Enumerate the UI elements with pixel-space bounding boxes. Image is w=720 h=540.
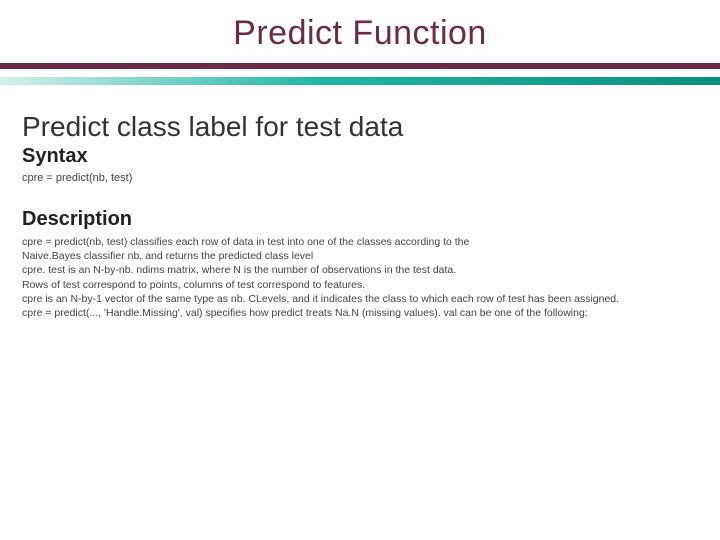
divider-teal	[0, 77, 720, 85]
desc-line-4: Rows of test correspond to points, colum…	[22, 278, 698, 292]
desc-line-6: cpre = predict(..., 'Handle.Missing', va…	[22, 306, 698, 320]
desc-line-1: cpre = predict(nb, test) classifies each…	[22, 235, 698, 249]
divider-group	[0, 63, 720, 85]
subtitle: Predict class label for test data	[22, 111, 698, 143]
description-body: cpre = predict(nb, test) classifies each…	[22, 235, 698, 320]
divider-gap	[0, 69, 720, 77]
content-area: Predict class label for test data Syntax…	[0, 85, 720, 320]
desc-line-2: Naive.Bayes classifier nb, and returns t…	[22, 249, 698, 263]
desc-line-3: cpre. test is an N-by-nb. ndims matrix, …	[22, 263, 698, 277]
page-title: Predict Function	[0, 14, 720, 53]
description-heading: Description	[22, 208, 698, 231]
syntax-line: cpre = predict(nb, test)	[22, 172, 698, 184]
desc-line-5: cpre is an N-by-1 vector of the same typ…	[22, 292, 698, 306]
syntax-heading: Syntax	[22, 145, 698, 168]
title-area: Predict Function	[0, 0, 720, 63]
